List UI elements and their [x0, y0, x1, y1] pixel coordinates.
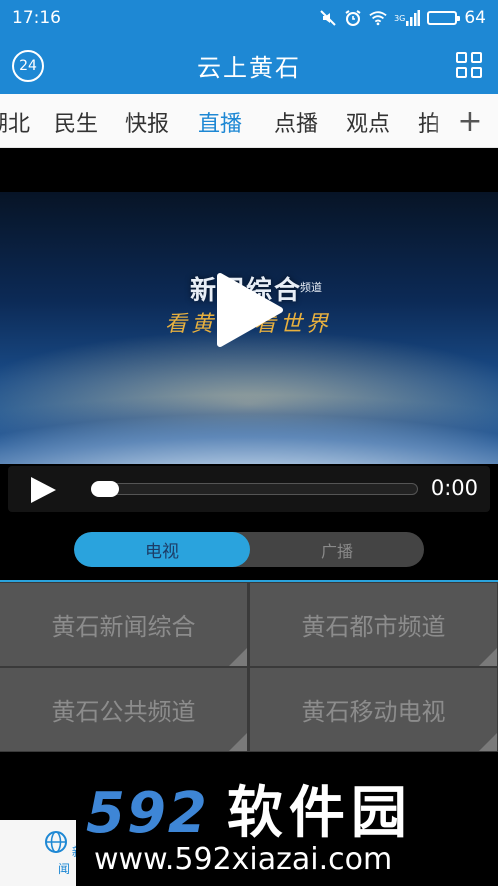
toggle-tv[interactable]: 电视 — [74, 532, 250, 567]
video-player: 新闻综合 频道 看黄石 看世界 0:00 电视 广播 — [0, 148, 498, 580]
status-time: 17:16 — [12, 8, 61, 28]
status-icons: 3G 64 — [319, 8, 486, 28]
battery-percent: 64 — [464, 8, 486, 28]
status-bar: 17:16 3G 64 — [0, 0, 498, 36]
app-header: 24 云上黄石 — [0, 36, 498, 94]
watermark: 592 软件园 www.592xiazai.com — [76, 754, 498, 886]
watermark-logo-num: 592 — [86, 781, 209, 846]
time-label: 0:00 — [430, 476, 478, 500]
wifi-icon — [369, 9, 387, 27]
control-play-icon[interactable] — [28, 475, 58, 505]
category-tabs: 湖北 民生 快报 直播 点播 观点 拍 + — [0, 94, 498, 148]
badge-24-icon[interactable]: 24 — [12, 50, 44, 82]
tv-radio-toggle[interactable]: 电视 广播 — [74, 532, 424, 567]
tab-zhibo[interactable]: 直播 — [198, 106, 242, 138]
network-label: 3G — [394, 13, 406, 23]
watermark-logo: 592 软件园 — [86, 768, 413, 849]
video-overlay-sub: 频道 — [300, 281, 322, 294]
tab-guandian[interactable]: 观点 — [346, 106, 390, 138]
watermark-logo-cn: 软件园 — [226, 781, 413, 846]
alarm-icon — [344, 9, 362, 27]
tab-kuaibao[interactable]: 快报 — [125, 106, 169, 138]
channel-grid: 黄石新闻综合 黄石都市频道 黄石公共频道 黄石移动电视 — [0, 580, 498, 752]
channel-tile[interactable]: 黄石都市频道 — [250, 583, 497, 666]
mute-icon — [319, 9, 337, 27]
watermark-url: www.592xiazai.com — [94, 842, 393, 877]
seek-thumb[interactable] — [91, 481, 119, 497]
tab-pai[interactable]: 拍 — [418, 106, 440, 138]
seek-bar[interactable] — [91, 481, 418, 497]
tab-minsheng[interactable]: 民生 — [54, 106, 98, 138]
add-category-button[interactable]: + — [450, 98, 490, 144]
video-frame[interactable]: 新闻综合 频道 看黄石 看世界 — [0, 192, 498, 464]
battery-icon — [427, 11, 461, 25]
tab-hubei[interactable]: 湖北 — [0, 106, 30, 138]
signal-icon: 3G — [394, 9, 421, 27]
grid-icon[interactable] — [456, 52, 482, 78]
player-controls: 0:00 — [8, 466, 490, 512]
channel-tile[interactable]: 黄石公共频道 — [0, 668, 247, 751]
tab-dianbo[interactable]: 点播 — [274, 106, 318, 138]
play-icon[interactable] — [214, 272, 284, 348]
channel-tile[interactable]: 黄石移动电视 — [250, 668, 497, 751]
toggle-radio[interactable]: 广播 — [250, 532, 424, 567]
globe-icon — [45, 831, 68, 853]
app-title: 云上黄石 — [197, 53, 301, 82]
channel-tile[interactable]: 黄石新闻综合 — [0, 583, 247, 666]
